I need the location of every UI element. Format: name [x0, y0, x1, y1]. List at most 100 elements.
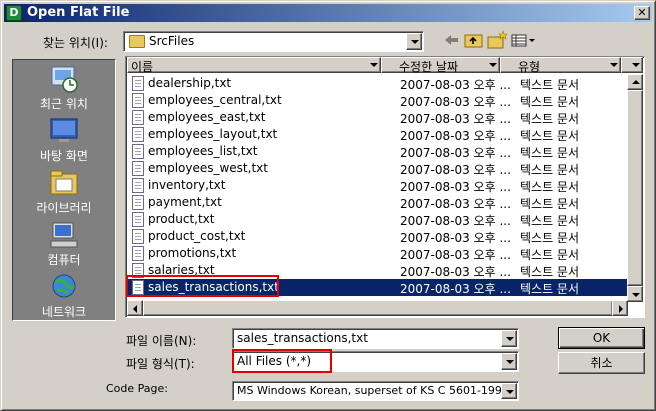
chevron-down-icon	[370, 63, 378, 67]
file-name: employees_east,txt	[148, 110, 266, 124]
look-in-combo[interactable]: SrcFiles	[123, 31, 424, 52]
file-modified: 2007-08-03 오후 ...	[400, 129, 511, 143]
chevron-down-icon	[632, 63, 640, 67]
file-row[interactable]: product,txt 2007-08-03 오후 ... 텍스트 문서	[128, 211, 628, 228]
vertical-scrollbar[interactable]	[627, 74, 643, 302]
file-name: product,txt	[148, 212, 215, 226]
codepage-dropdown-button[interactable]	[501, 383, 517, 399]
file-modified: 2007-08-03 오후 ...	[400, 163, 511, 177]
filename-dropdown-button[interactable]	[501, 330, 517, 347]
file-row[interactable]: inventory,txt 2007-08-03 오후 ... 텍스트 문서	[128, 177, 628, 194]
text-file-icon	[132, 246, 144, 261]
horizontal-scrollbar[interactable]	[127, 300, 628, 316]
hscroll-thumb[interactable]	[143, 300, 613, 316]
file-row[interactable]: product_cost,txt 2007-08-03 오후 ... 텍스트 문서	[128, 228, 628, 245]
codepage-combo[interactable]: MS Windows Korean, superset of KS C 5601…	[232, 381, 519, 401]
column-header-extra[interactable]	[621, 57, 643, 73]
place-library-label: 라이브러리	[36, 201, 92, 215]
file-row[interactable]: employees_east,txt 2007-08-03 오후 ... 텍스트 문…	[128, 109, 628, 126]
file-name: payment,txt	[148, 195, 222, 209]
place-desktop-label: 바탕 화면	[40, 149, 88, 163]
close-button[interactable]: ✕	[634, 6, 650, 20]
file-type: 텍스트 문서	[520, 282, 580, 296]
library-icon	[50, 170, 78, 195]
place-library[interactable]: 라이브러리	[13, 166, 115, 218]
places-bar: 최근 위치 바탕 화면 라이브러리 컴퓨터 네트워크	[12, 59, 116, 321]
chevron-down-icon	[506, 360, 514, 364]
arrow-down-icon	[632, 293, 640, 297]
text-file-icon	[132, 229, 144, 244]
place-network-label: 네트워크	[41, 305, 87, 319]
place-computer[interactable]: 컴퓨터	[13, 218, 115, 270]
file-row[interactable]: promotions,txt 2007-08-03 오후 ... 텍스트 문서	[128, 245, 628, 262]
close-icon: ✕	[637, 6, 647, 19]
open-flat-file-dialog: D Open Flat File ✕ 찾는 위치(I): SrcFiles 최근…	[0, 0, 656, 411]
view-menu-button[interactable]	[509, 29, 537, 51]
file-name: dealership,txt	[148, 76, 232, 90]
column-header-type-label: 유형	[518, 60, 541, 74]
scroll-down-button[interactable]	[627, 286, 643, 302]
file-name: promotions,txt	[148, 246, 237, 260]
look-in-dropdown-button[interactable]	[406, 33, 422, 50]
place-recent-label: 최근 위치	[40, 97, 88, 111]
window-title: Open Flat File	[27, 5, 130, 20]
scroll-up-button[interactable]	[627, 74, 643, 90]
title-bar[interactable]: D Open Flat File ✕	[4, 4, 652, 22]
file-type: 텍스트 문서	[520, 265, 580, 279]
new-folder-button[interactable]	[485, 29, 509, 51]
file-modified: 2007-08-03 오후 ...	[400, 95, 511, 109]
column-header-modified-label: 수정한 날짜	[399, 60, 459, 74]
place-recent[interactable]: 최근 위치	[13, 62, 115, 114]
filename-label: 파일 이름(N):	[126, 334, 197, 348]
network-icon	[52, 274, 76, 298]
file-row[interactable]: employees_central,txt 2007-08-03 오후 ... 텍스…	[128, 92, 628, 109]
file-modified: 2007-08-03 오후 ...	[400, 214, 511, 228]
text-file-icon	[132, 76, 144, 91]
codepage-value: MS Windows Korean, superset of KS C 5601…	[237, 384, 509, 397]
chevron-down-icon	[506, 337, 514, 341]
file-row[interactable]: employees_layout,txt 2007-08-03 오후 ... 텍스트…	[128, 126, 628, 143]
file-modified: 2007-08-03 오후 ...	[400, 248, 511, 262]
back-button[interactable]	[439, 29, 463, 51]
file-type: 텍스트 문서	[520, 197, 580, 211]
scroll-right-button[interactable]	[612, 300, 628, 316]
file-row[interactable]: payment,txt 2007-08-03 오후 ... 텍스트 문서	[128, 194, 628, 211]
up-folder-icon	[464, 34, 483, 48]
scroll-thumb[interactable]	[627, 90, 643, 286]
cancel-button[interactable]: 취소	[558, 352, 645, 374]
filetype-label: 파일 형식(T):	[126, 357, 195, 371]
file-name: employees_layout,txt	[148, 127, 278, 141]
highlight-box-selected-file	[126, 275, 279, 297]
column-header-type[interactable]: 유형	[500, 57, 621, 74]
text-file-icon	[132, 195, 144, 210]
codepage-label: Code Page:	[106, 382, 168, 395]
back-arrow-icon	[445, 35, 458, 45]
place-network[interactable]: 네트워크	[13, 270, 115, 322]
file-type: 텍스트 문서	[520, 146, 580, 160]
view-menu-icon	[511, 34, 535, 47]
file-type: 텍스트 문서	[520, 163, 580, 177]
file-name: product_cost,txt	[148, 229, 246, 243]
filetype-dropdown-button[interactable]	[501, 353, 517, 370]
file-row[interactable]: employees_west,txt 2007-08-03 오후 ... 텍스트 문…	[128, 160, 628, 177]
file-row[interactable]: employees_list,txt 2007-08-03 오후 ... 텍스트 문…	[128, 143, 628, 160]
file-row[interactable]: dealership,txt 2007-08-03 오후 ... 텍스트 문서	[128, 75, 628, 92]
chevron-down-icon	[610, 63, 618, 67]
file-modified: 2007-08-03 오후 ...	[400, 231, 511, 245]
text-file-icon	[132, 110, 144, 125]
column-header-modified[interactable]: 수정한 날짜	[381, 57, 500, 74]
filename-combo[interactable]: sales_transactions,txt	[232, 328, 519, 349]
scroll-left-button[interactable]	[127, 300, 143, 316]
file-type: 텍스트 문서	[520, 129, 580, 143]
file-type: 텍스트 문서	[520, 112, 580, 126]
column-header-name[interactable]: 이름	[127, 57, 381, 74]
up-folder-button[interactable]	[462, 29, 486, 51]
new-folder-icon	[487, 30, 508, 49]
folder-icon	[129, 35, 145, 48]
file-modified: 2007-08-03 오후 ...	[400, 78, 511, 92]
place-desktop[interactable]: 바탕 화면	[13, 114, 115, 166]
file-name: employees_list,txt	[148, 144, 258, 158]
filename-value: sales_transactions,txt	[237, 331, 368, 345]
file-type: 텍스트 문서	[520, 180, 580, 194]
ok-button[interactable]: OK	[558, 327, 645, 349]
